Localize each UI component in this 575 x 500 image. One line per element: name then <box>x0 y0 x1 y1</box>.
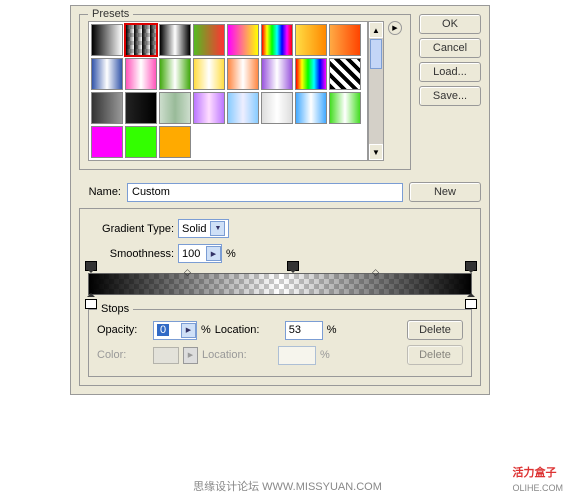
preset-swatch[interactable] <box>329 58 361 90</box>
scroll-thumb[interactable] <box>370 39 382 69</box>
preset-swatch[interactable] <box>125 24 157 56</box>
preset-swatch[interactable] <box>329 24 361 56</box>
preset-swatch[interactable] <box>125 92 157 124</box>
preset-swatch[interactable] <box>227 24 259 56</box>
smoothness-label: Smoothness: <box>88 248 174 260</box>
preset-swatch[interactable] <box>91 24 123 56</box>
load-button[interactable]: Load... <box>419 62 481 82</box>
preset-swatch[interactable] <box>261 24 293 56</box>
opacity-stop[interactable] <box>287 263 297 273</box>
smoothness-unit: % <box>226 248 236 260</box>
name-label: Name: <box>79 186 121 198</box>
chevron-right-icon[interactable]: ▶ <box>181 323 196 338</box>
opacity-stop[interactable] <box>465 263 475 273</box>
preset-swatch[interactable] <box>329 92 361 124</box>
save-button[interactable]: Save... <box>419 86 481 106</box>
location2-unit: % <box>320 349 330 361</box>
preset-swatch[interactable] <box>193 58 225 90</box>
scroll-up-icon[interactable]: ▲ <box>369 22 383 38</box>
name-input[interactable] <box>127 183 403 202</box>
smoothness-input[interactable]: 100 ▶ <box>178 244 222 263</box>
opacity-label: Opacity: <box>97 324 149 336</box>
gradient-type-label: Gradient Type: <box>88 223 174 235</box>
opacity-value: 0 <box>154 324 181 336</box>
stops-frame: Stops Opacity: 0 ▶ % Location: 53 % Dele… <box>88 309 472 377</box>
preset-swatch[interactable] <box>227 58 259 90</box>
preset-swatch[interactable] <box>295 24 327 56</box>
preset-swatch-grid <box>88 21 368 161</box>
gradient-editor-dialog: Presets <box>70 5 490 395</box>
preset-swatch[interactable] <box>261 58 293 90</box>
ok-button[interactable]: OK <box>419 14 481 34</box>
preset-swatch[interactable] <box>295 58 327 90</box>
chevron-right-icon: ▶ <box>183 347 198 364</box>
cancel-button[interactable]: Cancel <box>419 38 481 58</box>
preset-swatch[interactable] <box>159 58 191 90</box>
location2-input <box>278 346 316 365</box>
midpoint-icon[interactable]: ◇ <box>184 267 191 278</box>
preset-scrollbar[interactable]: ▲ ▼ <box>368 21 384 161</box>
preset-swatch[interactable] <box>295 92 327 124</box>
color-swatch <box>153 347 179 364</box>
opacity-input[interactable]: 0 ▶ <box>153 321 197 340</box>
opacity-stop[interactable] <box>85 263 95 273</box>
delete-color-stop-button: Delete <box>407 345 463 365</box>
location-unit: % <box>327 324 337 336</box>
gradient-settings-frame: Gradient Type: Solid ▼ Smoothness: 100 ▶… <box>79 208 481 386</box>
chevron-right-icon[interactable]: ▶ <box>206 246 221 261</box>
gradient-type-select[interactable]: Solid ▼ <box>178 219 229 238</box>
gradient-bar[interactable] <box>88 273 472 295</box>
location-input[interactable]: 53 <box>285 321 323 340</box>
presets-label: Presets <box>88 8 133 20</box>
preset-swatch[interactable] <box>261 92 293 124</box>
location-value: 53 <box>286 324 322 336</box>
preset-swatch[interactable] <box>159 126 191 158</box>
preset-swatch[interactable] <box>91 58 123 90</box>
opacity-unit: % <box>201 324 211 336</box>
presets-frame: Presets <box>79 14 411 170</box>
preset-swatch[interactable] <box>159 24 191 56</box>
preset-swatch[interactable] <box>193 92 225 124</box>
preset-swatch[interactable] <box>193 24 225 56</box>
chevron-down-icon[interactable]: ▼ <box>210 221 225 236</box>
location-label: Location: <box>215 324 281 336</box>
preset-swatch[interactable] <box>125 58 157 90</box>
color-label: Color: <box>97 349 149 361</box>
preset-swatch[interactable] <box>91 126 123 158</box>
stops-label: Stops <box>97 303 133 315</box>
preset-swatch[interactable] <box>91 92 123 124</box>
preset-swatch[interactable] <box>159 92 191 124</box>
footer-watermark: 思缘设计论坛 WWW.MISSYUAN.COM <box>0 478 575 494</box>
smoothness-value: 100 <box>179 248 206 260</box>
midpoint-icon[interactable]: ◇ <box>372 267 379 278</box>
preset-menu-icon[interactable]: ▶ <box>388 21 402 35</box>
color-stop[interactable] <box>85 296 95 306</box>
preset-swatch[interactable] <box>125 126 157 158</box>
preset-swatch[interactable] <box>227 92 259 124</box>
scroll-down-icon[interactable]: ▼ <box>369 144 383 160</box>
new-button[interactable]: New <box>409 182 481 202</box>
delete-opacity-stop-button[interactable]: Delete <box>407 320 463 340</box>
location2-label: Location: <box>202 349 274 361</box>
gradient-type-value: Solid <box>182 223 206 235</box>
gradient-bar-area: ◇ ◇ <box>88 273 472 295</box>
color-stop[interactable] <box>465 296 475 306</box>
footer-brand: 活力盒子OLIHE.COM <box>512 464 563 494</box>
